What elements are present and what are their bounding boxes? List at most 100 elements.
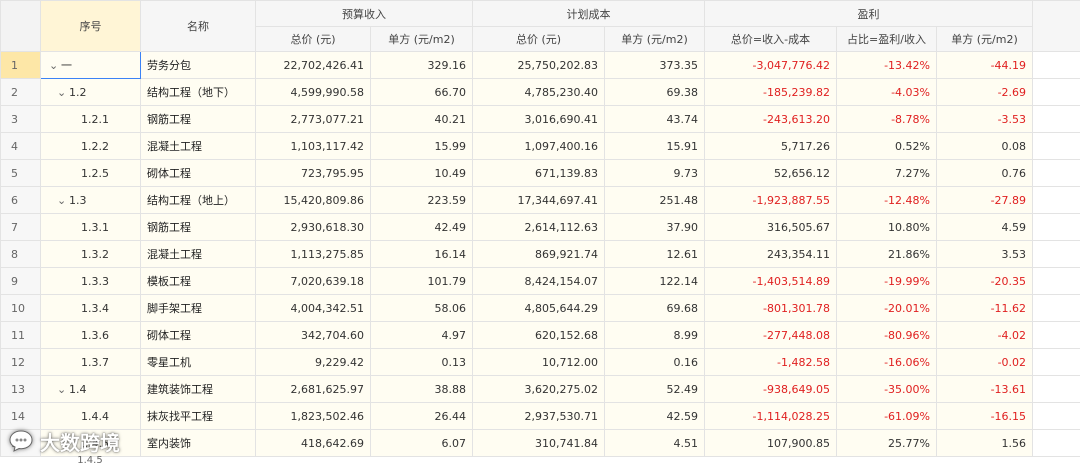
- cell-profit-ratio[interactable]: 7.27%: [836, 159, 937, 187]
- cell-cost-unit[interactable]: 42.59: [604, 402, 705, 430]
- cell-xuhao[interactable]: 1.4.4: [40, 402, 141, 430]
- cell-xuhao[interactable]: 1.3.6: [40, 321, 141, 349]
- cell-name[interactable]: 钢筋工程: [140, 105, 256, 133]
- cell-profit-ratio[interactable]: -12.48%: [836, 186, 937, 214]
- cell-budget-total[interactable]: 2,930,618.30: [255, 213, 371, 241]
- cell-name[interactable]: 结构工程（地下）: [140, 78, 256, 106]
- cell-profit-total[interactable]: -1,923,887.55: [704, 186, 837, 214]
- chevron-down-icon[interactable]: ⌄: [57, 383, 69, 396]
- cell-xuhao[interactable]: ⌄ 一: [40, 51, 141, 79]
- cell-filler[interactable]: [1032, 294, 1080, 322]
- row-index[interactable]: 6: [0, 186, 41, 214]
- cell-cost-unit[interactable]: 12.61: [604, 240, 705, 268]
- cell-name[interactable]: 混凝土工程: [140, 240, 256, 268]
- row-index[interactable]: 3: [0, 105, 41, 133]
- cell-cost-total[interactable]: 869,921.74: [472, 240, 605, 268]
- cell-profit-ratio[interactable]: -16.06%: [836, 348, 937, 376]
- cell-cost-unit[interactable]: 122.14: [604, 267, 705, 295]
- table-row[interactable]: 3 1.2.1 钢筋工程 2,773,077.21 40.21 3,016,690.41 4…: [0, 105, 1080, 133]
- cell-budget-unit[interactable]: 329.16: [370, 51, 473, 79]
- chevron-down-icon[interactable]: ⌄: [57, 194, 69, 207]
- cell-filler[interactable]: [1032, 267, 1080, 295]
- cell-budget-total[interactable]: 22,702,426.41: [255, 51, 371, 79]
- cell-profit-unit[interactable]: -20.35: [935, 267, 1034, 295]
- cell-profit-ratio[interactable]: -20.01%: [836, 294, 937, 322]
- table-row[interactable]: 7 1.3.1 钢筋工程 2,930,618.30 42.49 2,614,112.63 3…: [0, 213, 1080, 241]
- cell-profit-total[interactable]: 316,505.67: [704, 213, 837, 241]
- col-header-budget-unit[interactable]: 单方 (元/m2): [370, 26, 473, 52]
- chevron-down-icon[interactable]: ⌄: [57, 86, 69, 99]
- cell-cost-total[interactable]: 10,712.00: [472, 348, 605, 376]
- cell-xuhao[interactable]: 1.3.2: [40, 240, 141, 268]
- cell-xuhao[interactable]: ⌄ 1.4: [40, 375, 141, 403]
- table-row[interactable]: 12 1.3.7 零星工机 9,229.42 0.13 10,712.00 0.16 -1,4…: [0, 348, 1080, 376]
- cell-budget-unit[interactable]: 4.97: [370, 321, 473, 349]
- cell-xuhao[interactable]: ⌄ 1.2: [40, 78, 141, 106]
- cell-profit-ratio[interactable]: -35.00%: [836, 375, 937, 403]
- cell-xuhao[interactable]: 1.2.2: [40, 132, 141, 160]
- cell-budget-unit[interactable]: 101.79: [370, 267, 473, 295]
- cell-name[interactable]: 室内装饰: [140, 429, 256, 457]
- cell-profit-total[interactable]: 52,656.12: [704, 159, 837, 187]
- cell-name[interactable]: 钢筋工程: [140, 213, 256, 241]
- cell-budget-unit[interactable]: 26.44: [370, 402, 473, 430]
- cell-budget-total[interactable]: 9,229.42: [255, 348, 371, 376]
- cell-budget-total[interactable]: 2,773,077.21: [255, 105, 371, 133]
- cell-cost-total[interactable]: 2,614,112.63: [472, 213, 605, 241]
- cell-filler[interactable]: [1032, 321, 1080, 349]
- cell-budget-unit[interactable]: 58.06: [370, 294, 473, 322]
- cell-cost-unit[interactable]: 43.74: [604, 105, 705, 133]
- cell-filler[interactable]: [1032, 159, 1080, 187]
- cell-cost-unit[interactable]: 15.91: [604, 132, 705, 160]
- table-row[interactable]: 6 ⌄ 1.3 结构工程（地上） 15,420,809.86 223.59 17,344,6…: [0, 186, 1080, 214]
- cell-filler[interactable]: [1032, 375, 1080, 403]
- cell-profit-total[interactable]: -1,482.58: [704, 348, 837, 376]
- cell-budget-unit[interactable]: 223.59: [370, 186, 473, 214]
- cell-name[interactable]: 劳务分包: [140, 51, 256, 79]
- cell-budget-unit[interactable]: 15.99: [370, 132, 473, 160]
- cell-filler[interactable]: [1032, 348, 1080, 376]
- cell-profit-ratio[interactable]: 21.86%: [836, 240, 937, 268]
- cell-profit-unit[interactable]: -13.61: [935, 375, 1034, 403]
- cell-profit-total[interactable]: 243,354.11: [704, 240, 837, 268]
- cell-profit-total[interactable]: -1,114,028.25: [704, 402, 837, 430]
- cell-budget-total[interactable]: 15,420,809.86: [255, 186, 371, 214]
- cell-filler[interactable]: [1032, 105, 1080, 133]
- col-header-profit-total[interactable]: 总价=收入-成本: [704, 26, 837, 52]
- col-header-profit-ratio[interactable]: 占比=盈利/收入: [836, 26, 937, 52]
- table-row[interactable]: 15 1.4.5 室内装饰 418,642.69 6.07 310,741.84 4.51 1…: [0, 429, 1080, 457]
- cell-cost-total[interactable]: 4,805,644.29: [472, 294, 605, 322]
- cell-xuhao[interactable]: 1.4.5: [40, 429, 141, 457]
- table-row[interactable]: 14 1.4.4 抹灰找平工程 1,823,502.46 26.44 2,937,530.…: [0, 402, 1080, 430]
- cell-name[interactable]: 脚手架工程: [140, 294, 256, 322]
- cell-budget-unit[interactable]: 38.88: [370, 375, 473, 403]
- cell-name[interactable]: 零星工机: [140, 348, 256, 376]
- table-row[interactable]: 1 ⌄ 一劳务分包 22,702,426.41 329.16 25,750,202.83 3…: [0, 51, 1080, 79]
- cell-cost-unit[interactable]: 4.51: [604, 429, 705, 457]
- cell-name[interactable]: 模板工程: [140, 267, 256, 295]
- table-row[interactable]: 8 1.3.2 混凝土工程 1,113,275.85 16.14 869,921.74 12…: [0, 240, 1080, 268]
- row-index[interactable]: 14: [0, 402, 41, 430]
- cell-cost-total[interactable]: 310,741.84: [472, 429, 605, 457]
- cell-budget-total[interactable]: 4,004,342.51: [255, 294, 371, 322]
- cell-budget-total[interactable]: 4,599,990.58: [255, 78, 371, 106]
- cell-profit-total[interactable]: 107,900.85: [704, 429, 837, 457]
- cell-profit-unit[interactable]: -44.19: [935, 51, 1034, 79]
- cell-xuhao[interactable]: 1.2.1: [40, 105, 141, 133]
- cell-profit-total[interactable]: -3,047,776.42: [704, 51, 837, 79]
- cell-profit-unit[interactable]: 1.56: [935, 429, 1034, 457]
- cell-budget-total[interactable]: 1,823,502.46: [255, 402, 371, 430]
- cell-cost-unit[interactable]: 69.68: [604, 294, 705, 322]
- cell-cost-unit[interactable]: 52.49: [604, 375, 705, 403]
- cell-filler[interactable]: [1032, 186, 1080, 214]
- row-index[interactable]: 11: [0, 321, 41, 349]
- cell-budget-unit[interactable]: 66.70: [370, 78, 473, 106]
- cell-profit-total[interactable]: -185,239.82: [704, 78, 837, 106]
- cell-name[interactable]: 结构工程（地上）: [140, 186, 256, 214]
- table-row[interactable]: 9 1.3.3 模板工程 7,020,639.18 101.79 8,424,154.07…: [0, 267, 1080, 295]
- cell-profit-unit[interactable]: 3.53: [935, 240, 1034, 268]
- cell-profit-unit[interactable]: 0.76: [935, 159, 1034, 187]
- cell-budget-total[interactable]: 723,795.95: [255, 159, 371, 187]
- col-header-cost-unit[interactable]: 单方 (元/m2): [604, 26, 705, 52]
- table-row[interactable]: 2 ⌄ 1.2 结构工程（地下） 4,599,990.58 66.70 4,785,230.…: [0, 78, 1080, 106]
